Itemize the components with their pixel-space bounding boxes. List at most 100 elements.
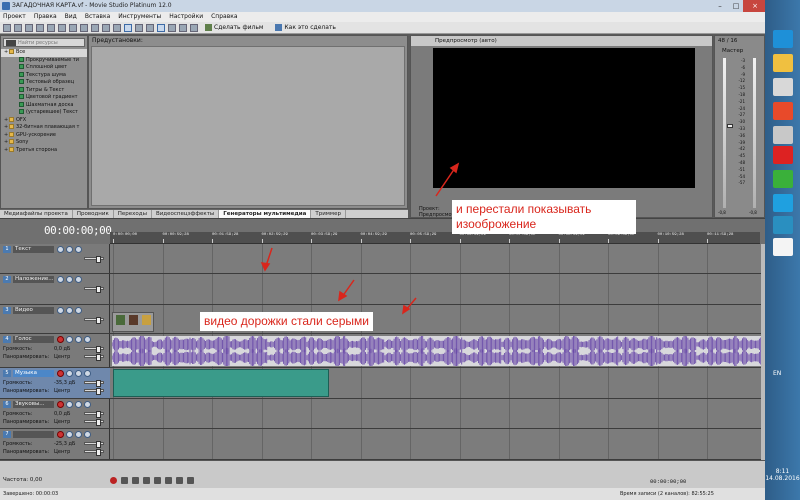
pause-icon[interactable] [154,477,161,484]
track-name[interactable] [13,431,54,438]
go-to-start-icon[interactable] [176,477,183,484]
track-fx-icon[interactable] [84,431,91,438]
track-header[interactable]: 6 Звуковы... Громкость: 0,0 дБ Панорамироват… [0,399,110,429]
preview-mode-dropdown[interactable]: Предпросмотр (авто) [435,38,497,44]
solo-icon[interactable] [75,370,82,377]
volume-slider[interactable] [84,411,104,418]
volume-slider[interactable] [84,346,104,353]
make-movie-button[interactable]: Сделать фильм [205,24,263,31]
track-lane[interactable] [110,244,761,274]
track-name[interactable]: Наложение... [13,276,54,283]
tree-node[interactable]: Сплошной цвет [1,64,87,72]
track-header[interactable]: 5 Музыка Громкость: -35,3 дБ Панорамировать:… [0,368,110,399]
arm-record-icon[interactable] [57,431,64,438]
delete-icon[interactable] [91,23,99,32]
mute-icon[interactable] [66,370,73,377]
time-ruler[interactable]: 0:00:00;00 00:00:59;28 00:01:59;28 00:02:59… [110,232,760,244]
tree-node[interactable]: Текстура шума [1,71,87,80]
track-lane[interactable] [110,368,761,399]
mute-icon[interactable] [57,276,64,283]
arm-record-icon[interactable] [57,370,64,377]
redo-icon[interactable] [113,23,121,32]
explorer-icon[interactable] [773,54,793,72]
menu-options[interactable]: Настройки [169,12,203,22]
how-to-button[interactable]: Как это сделать [275,24,336,31]
render-icon[interactable] [36,23,44,32]
mute-icon[interactable] [66,336,73,343]
track-lane[interactable] [110,334,761,368]
copy-icon[interactable] [69,23,77,32]
music-audio-clip[interactable] [113,369,329,397]
properties-icon[interactable] [47,23,55,32]
network-icon[interactable] [773,216,793,234]
open-icon[interactable] [14,23,22,32]
track-header[interactable]: 4 Голос Громкость: 0,0 дБ Панорамировать: Цен… [0,334,110,368]
track-lane[interactable] [110,399,761,429]
volume-slider[interactable] [84,380,104,387]
media-player-icon[interactable] [773,78,793,96]
tree-node[interactable]: Тестовый образец [1,79,87,87]
tree-node[interactable]: Титры & Текст [1,86,87,95]
chrome-icon[interactable] [773,102,793,120]
mute-icon[interactable] [57,307,64,314]
loop-icon[interactable] [121,477,128,484]
solo-icon[interactable] [75,431,82,438]
language-indicator[interactable]: EN [773,370,781,377]
track-header[interactable]: 3 Видео [0,305,110,334]
track-fx-icon[interactable] [84,370,91,377]
menu-insert[interactable]: Вставка [85,12,110,22]
master-fader-handle[interactable] [727,124,733,128]
stop-icon[interactable] [165,477,172,484]
dock-tab[interactable]: Видеоспецэффекты [152,210,220,218]
mute-icon[interactable] [66,401,73,408]
snapping-icon[interactable] [157,23,165,32]
save-icon[interactable] [25,23,33,32]
tree-node[interactable]: + Все [1,49,87,57]
pan-slider[interactable] [84,449,104,456]
dock-tab[interactable]: Триммер [311,210,346,218]
tree-node[interactable]: Цветовой градиент [1,94,87,102]
track-fx-icon[interactable] [75,246,82,253]
volume-slider[interactable] [84,441,104,448]
new-project-icon[interactable] [3,23,11,32]
cut-icon[interactable] [58,23,66,32]
voice-audio-clip[interactable] [112,336,761,366]
menu-edit[interactable]: Правка [34,12,57,22]
record-icon[interactable] [110,477,117,484]
track-name[interactable]: Музыка [13,370,54,377]
track-name[interactable]: Звуковы... [13,401,54,408]
pan-slider[interactable] [84,388,104,395]
level-slider[interactable] [84,286,104,293]
arm-record-icon[interactable] [57,401,64,408]
normal-edit-tool-icon[interactable] [124,23,132,32]
auto-ripple-icon[interactable] [168,23,176,32]
clock[interactable]: 8:11 14.08.2016 [765,468,800,482]
menu-project[interactable]: Проект [3,12,26,22]
solo-icon[interactable] [75,336,82,343]
solo-icon[interactable] [75,401,82,408]
tree-node[interactable]: + GPU-ускорение [1,131,87,140]
pan-slider[interactable] [84,354,104,361]
solo-icon[interactable] [66,246,73,253]
tree-node[interactable]: + Sony [1,139,87,147]
program-icon[interactable] [773,126,793,144]
track-name[interactable]: Текст [13,246,54,253]
close-button[interactable]: × [743,0,767,12]
go-to-end-icon[interactable] [187,477,194,484]
track-lane[interactable] [110,429,761,460]
track-header[interactable]: 7 Громкость: -25,3 дБ Панорамировать: Центр [0,429,110,460]
play-icon[interactable] [143,477,150,484]
skype-icon[interactable] [773,194,793,212]
dock-tab[interactable]: Переходы [114,210,152,218]
tree-node[interactable]: Шахматная доска [1,101,87,110]
start-icon[interactable] [773,30,793,48]
menu-help[interactable]: Справка [211,12,237,22]
presets-area[interactable] [91,46,405,206]
track-fx-icon[interactable] [84,336,91,343]
track-fx-icon[interactable] [84,401,91,408]
mute-icon[interactable] [66,431,73,438]
tree-node[interactable]: Прокручиваемые ти [1,56,87,65]
play-from-start-icon[interactable] [132,477,139,484]
tree-node[interactable]: + OFX [1,116,87,125]
track-lane[interactable] [110,274,761,305]
